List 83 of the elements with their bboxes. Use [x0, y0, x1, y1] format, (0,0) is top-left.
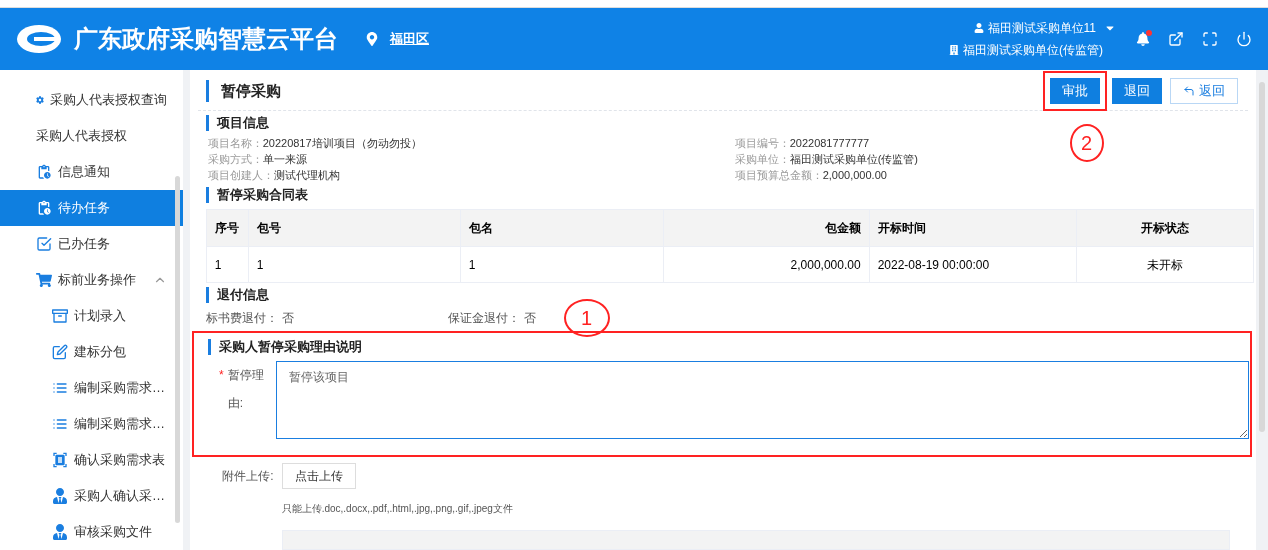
sidebar-item[interactable]: 审核采购文件 — [0, 514, 183, 550]
list-icon — [52, 380, 68, 396]
column-header: 包金额 — [663, 209, 870, 247]
sidebar-item[interactable]: 确认采购需求表 — [0, 442, 183, 478]
sidebar-item[interactable]: 编制采购需求… — [0, 406, 183, 442]
return-arrow-icon — [1182, 85, 1195, 97]
table-cell: 1 — [248, 246, 461, 283]
cart-icon — [36, 272, 52, 288]
sidebar-item[interactable]: 建标分包 — [0, 334, 183, 370]
sidebar-item[interactable]: 标前业务操作 — [0, 262, 183, 298]
edit-icon — [52, 344, 68, 360]
power-icon[interactable] — [1236, 31, 1252, 47]
column-header: 序号 — [206, 209, 249, 247]
section-title: 项目信息 — [205, 115, 1230, 131]
upload-hint: 只能上传.doc,.docx,.pdf,.html,.jpg,.png,.gif,.jpeg文件 — [281, 502, 514, 516]
field-value: 否 — [523, 310, 536, 327]
field-label: 附件上传: — [221, 468, 275, 485]
user-name[interactable]: 福田测试采购单位11 — [987, 19, 1096, 37]
scrollbar-thumb[interactable] — [1258, 82, 1265, 432]
annotation-number: 1 — [563, 299, 610, 337]
field-label: 采购单位： — [734, 152, 790, 167]
field-value: 2,000,000.00 — [822, 168, 887, 183]
sidebar-item[interactable]: 已办任务 — [0, 226, 183, 262]
field-label: 项目名称： — [207, 136, 263, 151]
platform-title: 广东政府采购智慧云平台 — [74, 24, 338, 54]
person-icon — [52, 488, 68, 504]
section-title: 暂停采购合同表 — [205, 187, 1230, 203]
field-label: 项目编号： — [734, 136, 790, 151]
sidebar-item[interactable]: 采购人代表授权 — [0, 118, 183, 154]
column-header: 包名 — [460, 209, 664, 247]
sidebar-item[interactable]: 待办任务 — [0, 190, 183, 226]
field-value: 单一来源 — [262, 152, 307, 167]
sidebar-item[interactable]: 编制采购需求… — [0, 370, 183, 406]
fullscreen-icon[interactable] — [1202, 31, 1218, 47]
field-label: 项目预算总金额： — [734, 168, 823, 183]
field-value: 否 — [281, 310, 294, 327]
organization-name: 福田测试采购单位(传监管) — [963, 42, 1103, 59]
scrollbar-thumb[interactable] — [175, 176, 180, 523]
clock-document-icon — [36, 164, 52, 180]
region-link[interactable]: 福田区 — [390, 29, 429, 49]
table-cell: 1 — [460, 246, 664, 283]
field-value: 测试代理机构 — [273, 168, 340, 183]
required-asterisk: * — [219, 367, 224, 384]
back-button[interactable]: 返回 — [1169, 78, 1238, 104]
field-value: 福田测试采购单位(传监管) — [789, 152, 918, 167]
action-button[interactable]: 审批 — [1049, 78, 1100, 104]
sidebar-item[interactable]: 采购人代表授权查询 — [0, 82, 183, 118]
user-icon — [973, 23, 984, 33]
field-value: 2022081777777 — [789, 136, 870, 151]
logo-icon — [16, 24, 62, 54]
sidebar-item[interactable]: 采购人确认采… — [0, 478, 183, 514]
field-value: 20220817培训项目（勿动勿投） — [262, 136, 422, 151]
list-icon — [52, 416, 68, 432]
table-cell: 未开标 — [1076, 246, 1254, 283]
sidebar-item[interactable]: 计划录入 — [0, 298, 183, 334]
table-cell: 2022-08-19 00:00:00 — [869, 246, 1077, 283]
field-label: 保证金退付： — [447, 310, 520, 327]
action-button[interactable]: 退回 — [1111, 78, 1162, 104]
field-label: 项目创建人： — [207, 168, 274, 183]
field-label: 标书费退付： — [205, 310, 278, 327]
column-header: 开标时间 — [869, 209, 1077, 247]
check-document-icon — [36, 236, 52, 252]
field-label: 采购方式： — [207, 152, 263, 167]
section-title: 退付信息 — [205, 287, 1230, 303]
sidebar-item[interactable]: 信息通知 — [0, 154, 183, 190]
scan-icon — [52, 452, 68, 468]
page-title: 暂停采购 — [205, 79, 281, 103]
location-pin-icon — [366, 32, 378, 46]
table-cell: 1 — [206, 246, 249, 283]
column-header: 包号 — [248, 209, 461, 247]
table-cell: 2,000,000.00 — [663, 246, 870, 283]
annotation-number: 2 — [1069, 124, 1104, 162]
reason-textarea[interactable]: 暂停该项目 — [275, 361, 1249, 439]
column-header: 开标状态 — [1076, 209, 1254, 247]
window-icon[interactable] — [1168, 31, 1184, 47]
field-label: 暂停理由: — [227, 367, 265, 412]
tray-icon — [52, 308, 68, 324]
notification-bell-icon[interactable] — [1136, 32, 1150, 46]
building-icon — [949, 45, 959, 55]
person-icon — [52, 524, 68, 540]
clock-document-icon — [36, 200, 52, 216]
section-title: 采购人暂停采购理由说明 — [207, 339, 1250, 355]
upload-button[interactable]: 点击上传 — [281, 463, 356, 489]
